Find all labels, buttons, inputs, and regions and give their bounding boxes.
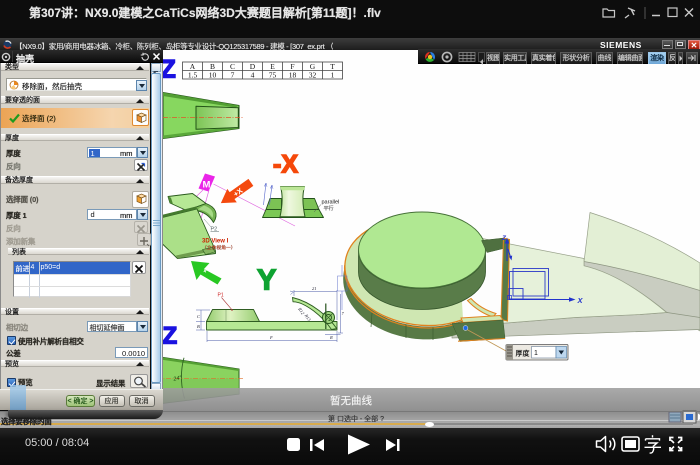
svg-text:平行: 平行 (324, 205, 334, 212)
svg-text:1: 1 (534, 350, 538, 357)
svg-text:R: R (329, 335, 333, 340)
svg-text:18: 18 (289, 71, 297, 80)
svg-text:（立体视角一）: （立体视角一） (202, 244, 236, 251)
svg-text:75: 75 (269, 71, 277, 80)
svg-text:-X: -X (273, 151, 298, 179)
svg-text:parallel: parallel (322, 200, 340, 206)
svg-text:1.5: 1.5 (188, 71, 198, 80)
svg-text:4: 4 (251, 71, 255, 80)
svg-text:10: 10 (209, 71, 217, 80)
svg-text:厚度: 厚度 (516, 349, 530, 358)
svg-text:Z: Z (163, 323, 178, 350)
svg-text:P1: P1 (218, 293, 224, 299)
svg-text:21: 21 (312, 286, 317, 291)
svg-text:C: C (197, 314, 201, 319)
svg-text:1: 1 (331, 71, 335, 80)
svg-text:32: 32 (309, 71, 317, 80)
svg-text:Y: Y (257, 265, 276, 297)
svg-text:3D View I: 3D View I (202, 239, 229, 245)
svg-text:B: B (197, 324, 200, 329)
svg-text:7: 7 (231, 71, 235, 80)
svg-text:X: X (577, 296, 584, 305)
svg-text:F: F (269, 335, 273, 340)
svg-text:7: 7 (342, 311, 345, 316)
